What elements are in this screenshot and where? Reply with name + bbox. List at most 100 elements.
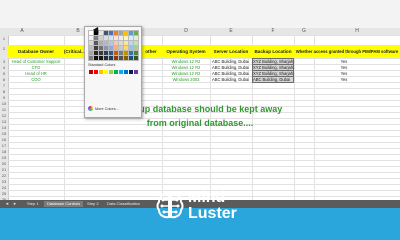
cell-server[interactable]: ABC Building, Dubai xyxy=(212,77,252,82)
row-header[interactable]: 11 xyxy=(0,107,8,112)
cell-owner[interactable]: Head of HR xyxy=(8,71,64,76)
color-swatch[interactable] xyxy=(102,44,109,51)
color-swatch[interactable] xyxy=(97,34,104,41)
cell-backup[interactable]: XYZ Building, Sharjah xyxy=(252,64,294,71)
row-header[interactable]: 25 xyxy=(0,191,8,196)
cell-os[interactable]: Windows 12 R2 xyxy=(162,65,210,70)
color-swatch[interactable] xyxy=(132,49,139,56)
cell-os[interactable]: Windows 2003 xyxy=(162,77,210,82)
column-header-a[interactable]: A xyxy=(8,28,36,35)
column-header-d[interactable]: D xyxy=(162,28,210,35)
color-swatch[interactable] xyxy=(122,29,129,36)
standard-color-swatch[interactable] xyxy=(133,69,138,74)
color-swatch[interactable] xyxy=(87,54,94,61)
color-swatch[interactable] xyxy=(117,39,124,46)
standard-color-swatch[interactable] xyxy=(98,69,103,74)
standard-color-swatch[interactable] xyxy=(118,69,123,74)
cell-owner[interactable]: CFO xyxy=(8,65,64,70)
row-header[interactable]: 24 xyxy=(0,185,8,190)
color-swatch[interactable] xyxy=(117,34,124,41)
standard-color-swatch[interactable] xyxy=(103,69,108,74)
cell-owner[interactable]: COO xyxy=(8,77,64,82)
column-header-f[interactable]: F xyxy=(252,28,294,35)
color-swatch[interactable] xyxy=(112,49,119,56)
row-header[interactable]: 4 xyxy=(0,65,8,70)
cell-server[interactable]: ABC Building, Dubai xyxy=(212,59,252,64)
row-header[interactable]: 9 xyxy=(0,95,8,100)
color-swatch[interactable] xyxy=(97,54,104,61)
color-swatch[interactable] xyxy=(117,29,124,36)
color-swatch[interactable] xyxy=(107,29,114,36)
color-swatch[interactable] xyxy=(102,49,109,56)
column-header-h[interactable]: H xyxy=(314,28,400,35)
color-swatch[interactable] xyxy=(107,49,114,56)
more-colors-option[interactable]: More Colors... xyxy=(88,106,119,111)
header-server-location[interactable]: Server Location xyxy=(210,45,252,58)
header-operating-system[interactable]: Operating System xyxy=(162,45,210,58)
column-header-e[interactable]: E xyxy=(210,28,252,35)
cell-pim[interactable]: Yes xyxy=(314,59,374,64)
color-swatch[interactable] xyxy=(112,29,119,36)
cell-os[interactable]: Windows 12 R2 xyxy=(162,71,210,76)
header-pim-pam[interactable]: Whether access granted through PIM/PAM s… xyxy=(294,45,400,58)
color-swatch[interactable] xyxy=(87,49,94,56)
color-swatch[interactable] xyxy=(102,54,109,61)
standard-color-swatch[interactable] xyxy=(113,69,118,74)
header-backup-location[interactable]: Backup Location xyxy=(252,45,294,58)
tab-database-controls[interactable]: Database Controls xyxy=(44,201,84,207)
row-header[interactable]: 8 xyxy=(0,89,8,94)
color-swatch[interactable] xyxy=(87,39,94,46)
row-header[interactable]: 22 xyxy=(0,173,8,178)
color-swatch[interactable] xyxy=(107,34,114,41)
row-header[interactable]: 10 xyxy=(0,101,8,106)
color-swatch[interactable] xyxy=(127,34,134,41)
row-header[interactable]: 5 xyxy=(0,71,8,76)
tab-step-1[interactable]: Step 1 xyxy=(24,201,42,207)
standard-color-swatch[interactable] xyxy=(123,69,128,74)
color-swatch[interactable] xyxy=(102,39,109,46)
color-swatch[interactable] xyxy=(97,44,104,51)
row-header[interactable]: 23 xyxy=(0,179,8,184)
row-header[interactable]: 13 xyxy=(0,119,8,124)
color-swatch[interactable] xyxy=(117,49,124,56)
color-swatch[interactable] xyxy=(127,44,134,51)
color-swatch[interactable] xyxy=(107,44,114,51)
cell-backup[interactable]: XYZ Building, Sharjah xyxy=(252,58,294,65)
color-swatch[interactable] xyxy=(122,34,129,41)
standard-color-swatch[interactable] xyxy=(88,69,93,74)
row-header[interactable]: 14 xyxy=(0,125,8,130)
color-swatch[interactable] xyxy=(112,54,119,61)
standard-color-swatch[interactable] xyxy=(128,69,133,74)
color-swatch[interactable] xyxy=(102,29,109,36)
tab-scroll-left-icon[interactable]: ◂ xyxy=(4,201,10,207)
color-swatch[interactable] xyxy=(122,49,129,56)
cell-pim[interactable]: Yes xyxy=(314,77,374,82)
tab-scroll-right-icon[interactable]: ▸ xyxy=(12,201,18,207)
color-swatch[interactable] xyxy=(92,54,99,61)
color-swatch[interactable] xyxy=(132,34,139,41)
row-header[interactable]: 20 xyxy=(0,161,8,166)
header-database-owner[interactable]: Database Owner xyxy=(8,45,64,58)
row-header[interactable]: 15 xyxy=(0,131,8,136)
color-swatch[interactable] xyxy=(127,54,134,61)
header-other[interactable]: other xyxy=(140,45,162,58)
color-swatch[interactable] xyxy=(132,39,139,46)
color-swatch[interactable] xyxy=(92,49,99,56)
color-swatch[interactable] xyxy=(117,44,124,51)
standard-color-swatch[interactable] xyxy=(108,69,113,74)
row-header[interactable]: 7 xyxy=(0,83,8,88)
color-swatch[interactable] xyxy=(122,44,129,51)
color-swatch[interactable] xyxy=(112,34,119,41)
color-swatch[interactable] xyxy=(87,34,94,41)
cell-pim[interactable]: Yes xyxy=(314,71,374,76)
tab-step-2[interactable]: Step 2 xyxy=(84,201,102,207)
color-swatch[interactable] xyxy=(87,44,94,51)
column-header-g[interactable]: G xyxy=(294,28,314,35)
row-header[interactable]: 6 xyxy=(0,77,8,82)
cell-backup[interactable]: XYZ Building, Sharjah xyxy=(252,70,294,77)
color-swatch[interactable] xyxy=(107,39,114,46)
cell-server[interactable]: ABC Building, Dubai xyxy=(212,65,252,70)
row-header[interactable]: 3 xyxy=(0,59,8,64)
cell-backup[interactable]: ABC Building, Dubai xyxy=(252,76,294,83)
color-swatch[interactable] xyxy=(107,54,114,61)
